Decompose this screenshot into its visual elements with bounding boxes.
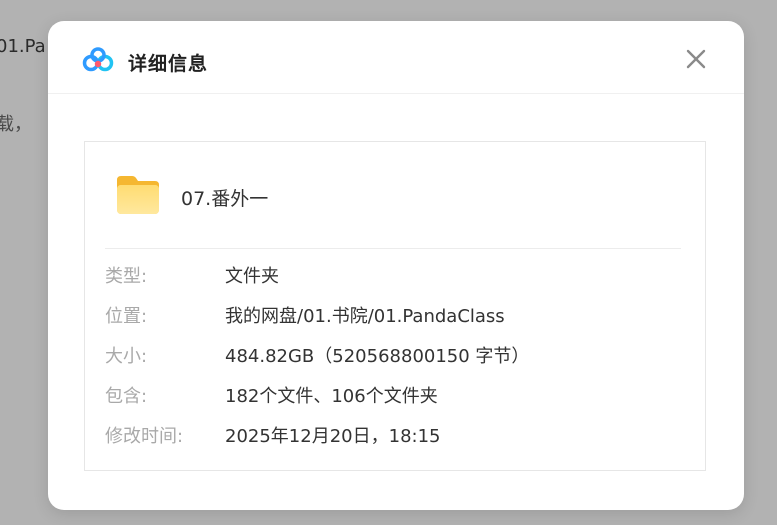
details-dialog: 详细信息 07.番外一 类型: 文件夹 位置: 我的网盘/01.书院/01.Pa… [48, 21, 744, 510]
detail-label: 类型: [105, 266, 148, 287]
dialog-header: 详细信息 [48, 21, 744, 94]
detail-row-type: 类型: 文件夹 [105, 260, 279, 290]
background-breadcrumb-text: 01.Pa [0, 36, 46, 57]
folder-icon [117, 176, 159, 214]
background-description-text: 载， [0, 114, 32, 135]
baidu-netdisk-logo-icon [82, 47, 114, 72]
detail-value: 484.82GB（520568800150 字节） [225, 346, 530, 367]
divider [105, 248, 681, 249]
detail-label: 包含: [105, 386, 148, 407]
detail-row-modified: 修改时间: 2025年12月20日，18:15 [105, 420, 441, 450]
detail-label: 位置: [105, 306, 148, 327]
file-name: 07.番外一 [181, 188, 269, 210]
detail-value: 2025年12月20日，18:15 [225, 426, 441, 447]
detail-row-size: 大小: 484.82GB（520568800150 字节） [105, 340, 529, 370]
detail-row-location: 位置: 我的网盘/01.书院/01.PandaClass [105, 300, 505, 330]
dialog-title: 详细信息 [128, 53, 209, 75]
detail-value: 文件夹 [225, 266, 279, 287]
file-info-panel: 07.番外一 类型: 文件夹 位置: 我的网盘/01.书院/01.PandaCl… [84, 141, 706, 471]
detail-label: 修改时间: [105, 426, 184, 447]
detail-value: 我的网盘/01.书院/01.PandaClass [225, 306, 505, 327]
close-icon[interactable] [682, 45, 710, 73]
detail-value: 182个文件、106个文件夹 [225, 386, 438, 407]
detail-label: 大小: [105, 346, 148, 367]
detail-row-contains: 包含: 182个文件、106个文件夹 [105, 380, 438, 410]
